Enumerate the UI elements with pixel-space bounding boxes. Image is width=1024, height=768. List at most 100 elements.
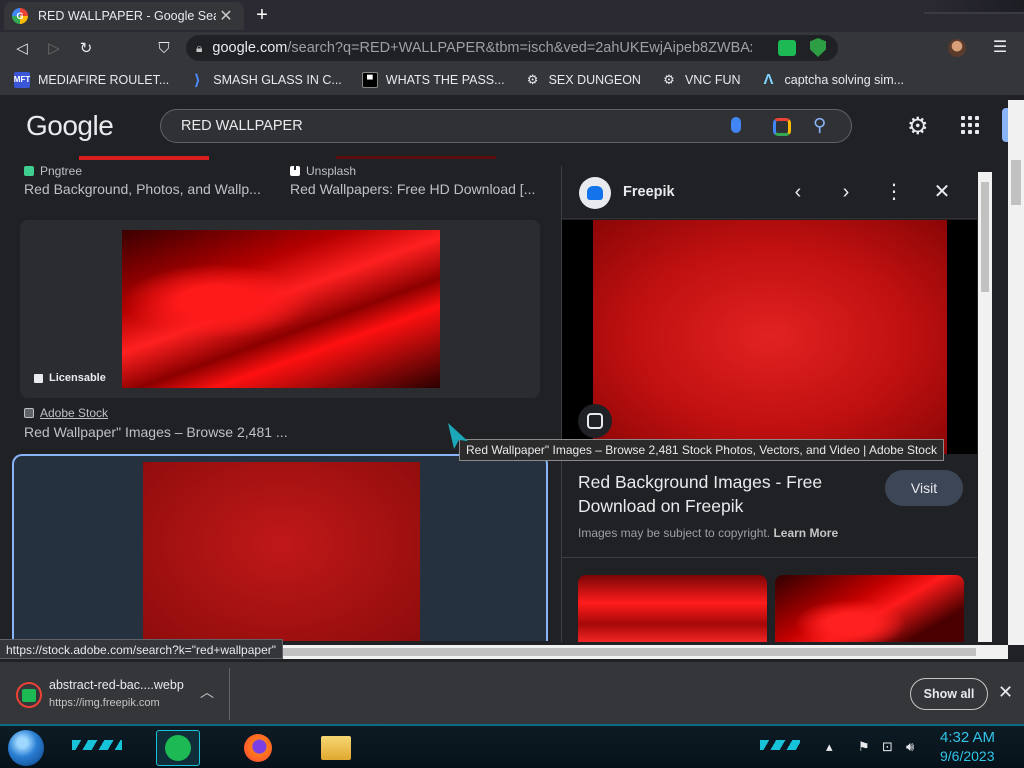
- bookmark-star-icon[interactable]: ⛉: [148, 32, 180, 64]
- microphone-icon[interactable]: [731, 117, 741, 133]
- page-vertical-scrollbar[interactable]: [1008, 100, 1024, 645]
- result-image-partial[interactable]: [79, 156, 209, 160]
- result-card-adobe[interactable]: Licensable: [20, 220, 540, 398]
- taskbar-file-explorer[interactable]: [314, 730, 358, 766]
- bookmark-label: SEX DUNGEON: [548, 72, 641, 87]
- download-item[interactable]: abstract-red-bac....webp https://img.fre…: [10, 668, 230, 720]
- url-domain: google.com: [212, 40, 288, 56]
- result-image-partial[interactable]: [336, 156, 496, 159]
- result-source-unsplash[interactable]: Unsplash: [290, 164, 356, 178]
- window-frame-decoration: [924, 0, 1024, 14]
- bookmark-label: MEDIAFIRE ROULET...: [38, 72, 170, 87]
- close-download-shelf-icon[interactable]: ✕: [998, 682, 1013, 703]
- preview-image-red[interactable]: [593, 220, 947, 454]
- download-shelf: abstract-red-bac....webp https://img.fre…: [0, 661, 1024, 724]
- network-icon[interactable]: ⊡: [882, 739, 893, 755]
- result-image-red-waves[interactable]: [122, 230, 440, 388]
- bookmark-mediafire[interactable]: MFT MEDIAFIRE ROULET...: [14, 71, 170, 88]
- related-image-thumb[interactable]: [578, 575, 767, 642]
- learn-more-link[interactable]: Learn More: [773, 526, 838, 540]
- tab-close-icon[interactable]: ✕: [216, 6, 236, 26]
- reload-icon[interactable]: ↻: [70, 32, 102, 64]
- close-panel-icon[interactable]: ✕: [930, 178, 954, 206]
- settings-gear-icon[interactable]: ⚙: [907, 112, 929, 141]
- freepik-logo-icon[interactable]: [579, 177, 611, 209]
- search-box[interactable]: ⚲: [160, 109, 852, 143]
- result-caption-adobe[interactable]: Red Wallpaper" Images – Browse 2,481 ...: [24, 424, 288, 440]
- vnc-icon: ⚙: [663, 71, 675, 87]
- bookmark-whats-the-pass[interactable]: ▀ WHATS THE PASS...: [361, 71, 505, 88]
- bookmark-label: SMASH GLASS IN C...: [213, 72, 342, 87]
- panel-scroll-thumb[interactable]: [981, 182, 989, 292]
- google-apps-icon[interactable]: [961, 116, 979, 134]
- extension-shield-icon[interactable]: [810, 38, 826, 57]
- search-input[interactable]: [181, 118, 701, 134]
- preview-image[interactable]: [562, 220, 977, 454]
- bookmark-label: WHATS THE PASS...: [385, 72, 505, 87]
- start-orb-icon[interactable]: [8, 730, 44, 766]
- next-image-icon[interactable]: ›: [834, 178, 858, 206]
- show-all-button[interactable]: Show all: [910, 678, 988, 710]
- tray-expand-icon[interactable]: ▴: [826, 739, 833, 755]
- bookmark-captcha[interactable]: Λcaptcha solving sim...: [761, 71, 905, 88]
- related-image-thumb[interactable]: [775, 575, 964, 642]
- copyright-notice: Images may be subject to copyright. Lear…: [578, 526, 838, 540]
- taskbar-firefox[interactable]: [236, 730, 280, 766]
- source-name: Pngtree: [40, 164, 83, 178]
- back-icon[interactable]: ◁: [6, 32, 38, 64]
- action-center-flag-icon[interactable]: ⚑: [858, 739, 870, 755]
- smash-icon: ⟩: [193, 71, 201, 89]
- image-preview-panel: Freepik ‹ › ⋮ ✕ Red Background Images - …: [561, 166, 977, 642]
- google-lens-icon[interactable]: [773, 118, 791, 136]
- tab-red-wallpaper[interactable]: G RED WALLPAPER - Google Search ✕: [4, 2, 244, 30]
- browser-menu-icon[interactable]: ☰: [992, 36, 1008, 60]
- source-name: Adobe Stock: [40, 406, 109, 420]
- page-scroll-thumb[interactable]: [1011, 160, 1021, 205]
- panel-site-name[interactable]: Freepik: [623, 184, 675, 200]
- result-caption-unsplash[interactable]: Red Wallpapers: Free HD Download [...: [290, 181, 535, 197]
- volume-icon[interactable]: 🔊︎: [906, 739, 914, 755]
- tab-strip: G RED WALLPAPER - Google Search ✕ +: [0, 0, 1024, 32]
- browser-window: G RED WALLPAPER - Google Search ✕ + ◁ ▷ …: [0, 0, 1024, 768]
- selected-result-card[interactable]: [12, 454, 548, 641]
- bookmark-label: VNC FUN: [684, 72, 741, 87]
- download-filename: abstract-red-bac....webp: [49, 678, 184, 692]
- forward-icon[interactable]: ▷: [38, 32, 70, 64]
- result-source-pngtree[interactable]: Pngtree: [24, 164, 82, 178]
- chevron-up-icon[interactable]: ︿: [200, 682, 214, 702]
- bookmark-vnc-fun[interactable]: ⚙ VNC FUN: [661, 71, 741, 88]
- captcha-icon: Λ: [763, 71, 774, 88]
- panel-title[interactable]: Red Background Images - Free Download on…: [578, 470, 878, 518]
- clock-date[interactable]: 9/6/2023: [940, 748, 995, 764]
- spotify-icon: [165, 735, 191, 761]
- bookmark-sex-dungeon[interactable]: ⚙ SEX DUNGEON: [525, 72, 641, 88]
- previous-image-icon[interactable]: ‹: [786, 178, 810, 206]
- bookmark-smash-glass[interactable]: ⟩ SMASH GLASS IN C...: [189, 71, 342, 89]
- pngtree-favicon-icon: [24, 166, 34, 176]
- visit-button[interactable]: Visit: [885, 470, 963, 506]
- result-source-adobe[interactable]: Adobe Stock: [24, 406, 108, 420]
- lock-icon: 🔒︎: [196, 40, 203, 55]
- address-bar[interactable]: 🔒︎ google.com/search?q=RED+WALLPAPER&tbm…: [186, 35, 838, 61]
- profile-avatar[interactable]: [948, 39, 966, 57]
- result-caption-pngtree[interactable]: Red Background, Photos, and Wallp...: [24, 181, 261, 197]
- link-tooltip: Red Wallpaper" Images – Browse 2,481 Sto…: [459, 439, 944, 461]
- search-icon[interactable]: ⚲: [813, 115, 826, 136]
- panel-scrollbar[interactable]: [978, 172, 992, 642]
- clock-time[interactable]: 4:32 AM: [940, 729, 995, 746]
- google-header: Google ⚲ ⚙: [0, 96, 1012, 156]
- extension-green-icon[interactable]: [778, 40, 796, 56]
- source-name: Unsplash: [306, 164, 357, 178]
- bookmark-label: captcha solving sim...: [784, 72, 905, 87]
- licensable-label: Licensable: [49, 372, 106, 384]
- new-tab-icon[interactable]: +: [250, 4, 274, 28]
- google-logo[interactable]: Google: [26, 110, 114, 142]
- taskbar-decoration: [72, 740, 122, 750]
- more-options-icon[interactable]: ⋮: [882, 178, 906, 206]
- result-image-red-flat[interactable]: [143, 462, 420, 641]
- search-inside-image-icon[interactable]: [578, 404, 612, 438]
- taskbar-spotify[interactable]: [156, 730, 200, 766]
- google-favicon-icon: G: [12, 8, 28, 24]
- folder-icon: [321, 736, 351, 760]
- mediafire-icon: MFT: [14, 71, 30, 88]
